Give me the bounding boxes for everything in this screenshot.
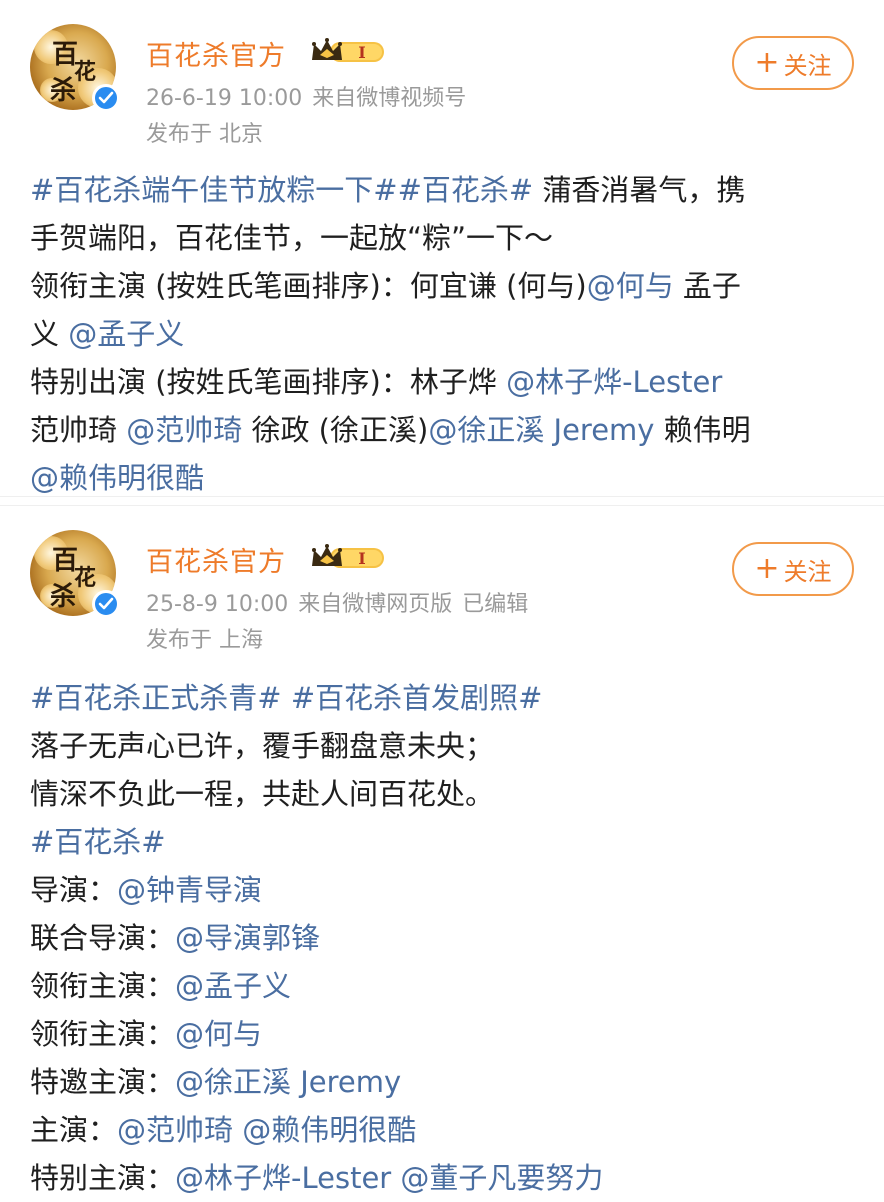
post-text-line: 义 @孟子义 (30, 310, 751, 358)
mention-link[interactable]: @林子烨-Lester (506, 365, 722, 399)
post-meta: 25-8-9 10:00 来自微博网页版 已编辑 (146, 586, 528, 618)
mention-link[interactable]: @导演郭锋 (175, 921, 320, 955)
follow-label: 关注 (783, 557, 832, 586)
post-text: 领衔主演： (30, 1017, 176, 1051)
mention-link[interactable]: @钟青导演 (117, 873, 262, 907)
mention-link[interactable]: @范帅琦 (126, 413, 242, 447)
post-text-line: #百花杀正式杀青# #百花杀首发剧照# (30, 674, 603, 722)
account-name[interactable]: 百花杀官方 (146, 34, 286, 73)
post-text: 范帅琦 (30, 413, 127, 447)
post-text-line: 情深不负此一程，共赴人间百花处。 (30, 770, 603, 818)
mention-link[interactable]: @徐正溪 Jeremy (175, 1065, 401, 1099)
weibo-post-1: 百花杀 百花杀官方 I 26-6-19 10:00 来自微博视频号 发布于 北京 … (0, 0, 884, 496)
mention-link[interactable]: @孟子义 (175, 969, 291, 1003)
post-divider (0, 496, 884, 506)
post-location: 发布于 上海 (146, 628, 263, 653)
post-text-line: 特别主演：@林子烨-Lester @董子凡要努力 (30, 1154, 603, 1202)
weibo-post-2: 百花杀 百花杀官方 I 25-8-9 10:00 来自微博网页版 已编辑 发布于 上… (0, 506, 884, 1200)
verified-badge-icon (92, 590, 120, 618)
avatar[interactable]: 百花杀 (30, 24, 120, 112)
follow-label: 关注 (783, 51, 832, 80)
hashtag-link[interactable]: #百花杀正式杀青# #百花杀首发剧照# (30, 681, 542, 715)
post-location: 发布于 北京 (146, 122, 263, 147)
post-text: 徐政 (徐正溪) (242, 413, 429, 447)
post-text: 孟子 (673, 269, 741, 303)
post-text: 特邀主演： (30, 1065, 176, 1099)
post-time[interactable]: 26-6-19 10:00 (146, 86, 302, 111)
plus-icon: + (754, 551, 780, 586)
account-name[interactable]: 百花杀官方 (146, 540, 286, 579)
avatar[interactable]: 百花杀 (30, 530, 120, 618)
post-text: 领衔主演 (按姓氏笔画排序)：何宜谦 (何与) (30, 269, 587, 303)
post-text-line: #百花杀端午佳节放粽一下##百花杀# 蒲香消暑气，携 (30, 166, 751, 214)
vip-level: I (358, 43, 365, 62)
post-text-line: 领衔主演：@何与 (30, 1010, 603, 1058)
post-text: 联合导演： (30, 921, 176, 955)
vip-crown-badge-icon[interactable]: I (310, 542, 388, 572)
post-text: 落子无声心已许，覆手翻盘意未央； (30, 729, 495, 763)
post-text: 赖伟明 (654, 413, 751, 447)
follow-button[interactable]: + 关注 (732, 542, 854, 596)
post-meta: 26-6-19 10:00 来自微博视频号 (146, 80, 476, 112)
edited-flag: 已编辑 (462, 592, 529, 617)
post-text: 手贺端阳，百花佳节，一起放“粽”一下～ (30, 221, 554, 255)
post-text: 义 (30, 317, 69, 351)
post-text-line: 联合导演：@导演郭锋 (30, 914, 603, 962)
post-text-line: #百花杀# (30, 818, 603, 866)
post-body: #百花杀正式杀青# #百花杀首发剧照# 落子无声心已许，覆手翻盘意未央； 情深不负此… (30, 674, 603, 1202)
post-text-line: @赖伟明很酷 (30, 454, 751, 502)
post-text-line: 主演：@范帅琦 @赖伟明很酷 (30, 1106, 603, 1154)
post-text-line: 领衔主演：@孟子义 (30, 962, 603, 1010)
post-text: 导演： (30, 873, 118, 907)
post-text-line: 落子无声心已许，覆手翻盘意未央； (30, 722, 603, 770)
post-text-line: 范帅琦 @范帅琦 徐政 (徐正溪)@徐正溪 Jeremy 赖伟明 (30, 406, 751, 454)
mention-link[interactable]: @何与 (175, 1017, 262, 1051)
mention-link[interactable]: @徐正溪 Jeremy (428, 413, 654, 447)
post-text-line: 导演：@钟青导演 (30, 866, 603, 914)
verified-badge-icon (92, 84, 120, 112)
post-text-line: 手贺端阳，百花佳节，一起放“粽”一下～ (30, 214, 751, 262)
post-text: 主演： (30, 1113, 118, 1147)
post-text: 领衔主演： (30, 969, 176, 1003)
post-text: 特别主演： (30, 1161, 176, 1195)
vip-crown-badge-icon[interactable]: I (310, 36, 388, 66)
post-text-line: 特别出演 (按姓氏笔画排序)：林子烨 @林子烨-Lester (30, 358, 751, 406)
mention-link[interactable]: @何与 (587, 269, 674, 303)
mention-link[interactable]: @范帅琦 @赖伟明很酷 (117, 1113, 416, 1147)
mention-link[interactable]: @赖伟明很酷 (30, 461, 204, 495)
post-time[interactable]: 25-8-9 10:00 (146, 592, 288, 617)
post-text: 特别出演 (按姓氏笔画排序)：林子烨 (30, 365, 507, 399)
post-text-line: 特邀主演：@徐正溪 Jeremy (30, 1058, 603, 1106)
post-body: #百花杀端午佳节放粽一下##百花杀# 蒲香消暑气，携手贺端阳，百花佳节，一起放“… (30, 166, 751, 502)
post-text: 情深不负此一程，共赴人间百花处。 (30, 777, 495, 811)
hashtag-link[interactable]: #百花杀# (30, 825, 166, 859)
plus-icon: + (754, 45, 780, 80)
post-text: 蒲香消暑气，携 (533, 173, 746, 207)
post-source: 来自微博网页版 (298, 592, 453, 617)
post-text-line: 领衔主演 (按姓氏笔画排序)：何宜谦 (何与)@何与 孟子 (30, 262, 751, 310)
hashtag-link[interactable]: #百花杀端午佳节放粽一下##百花杀# (30, 173, 533, 207)
post-source: 来自微博视频号 (312, 86, 467, 111)
follow-button[interactable]: + 关注 (732, 36, 854, 90)
vip-level: I (358, 549, 365, 568)
mention-link[interactable]: @孟子义 (68, 317, 184, 351)
mention-link[interactable]: @林子烨-Lester @董子凡要努力 (175, 1161, 603, 1195)
